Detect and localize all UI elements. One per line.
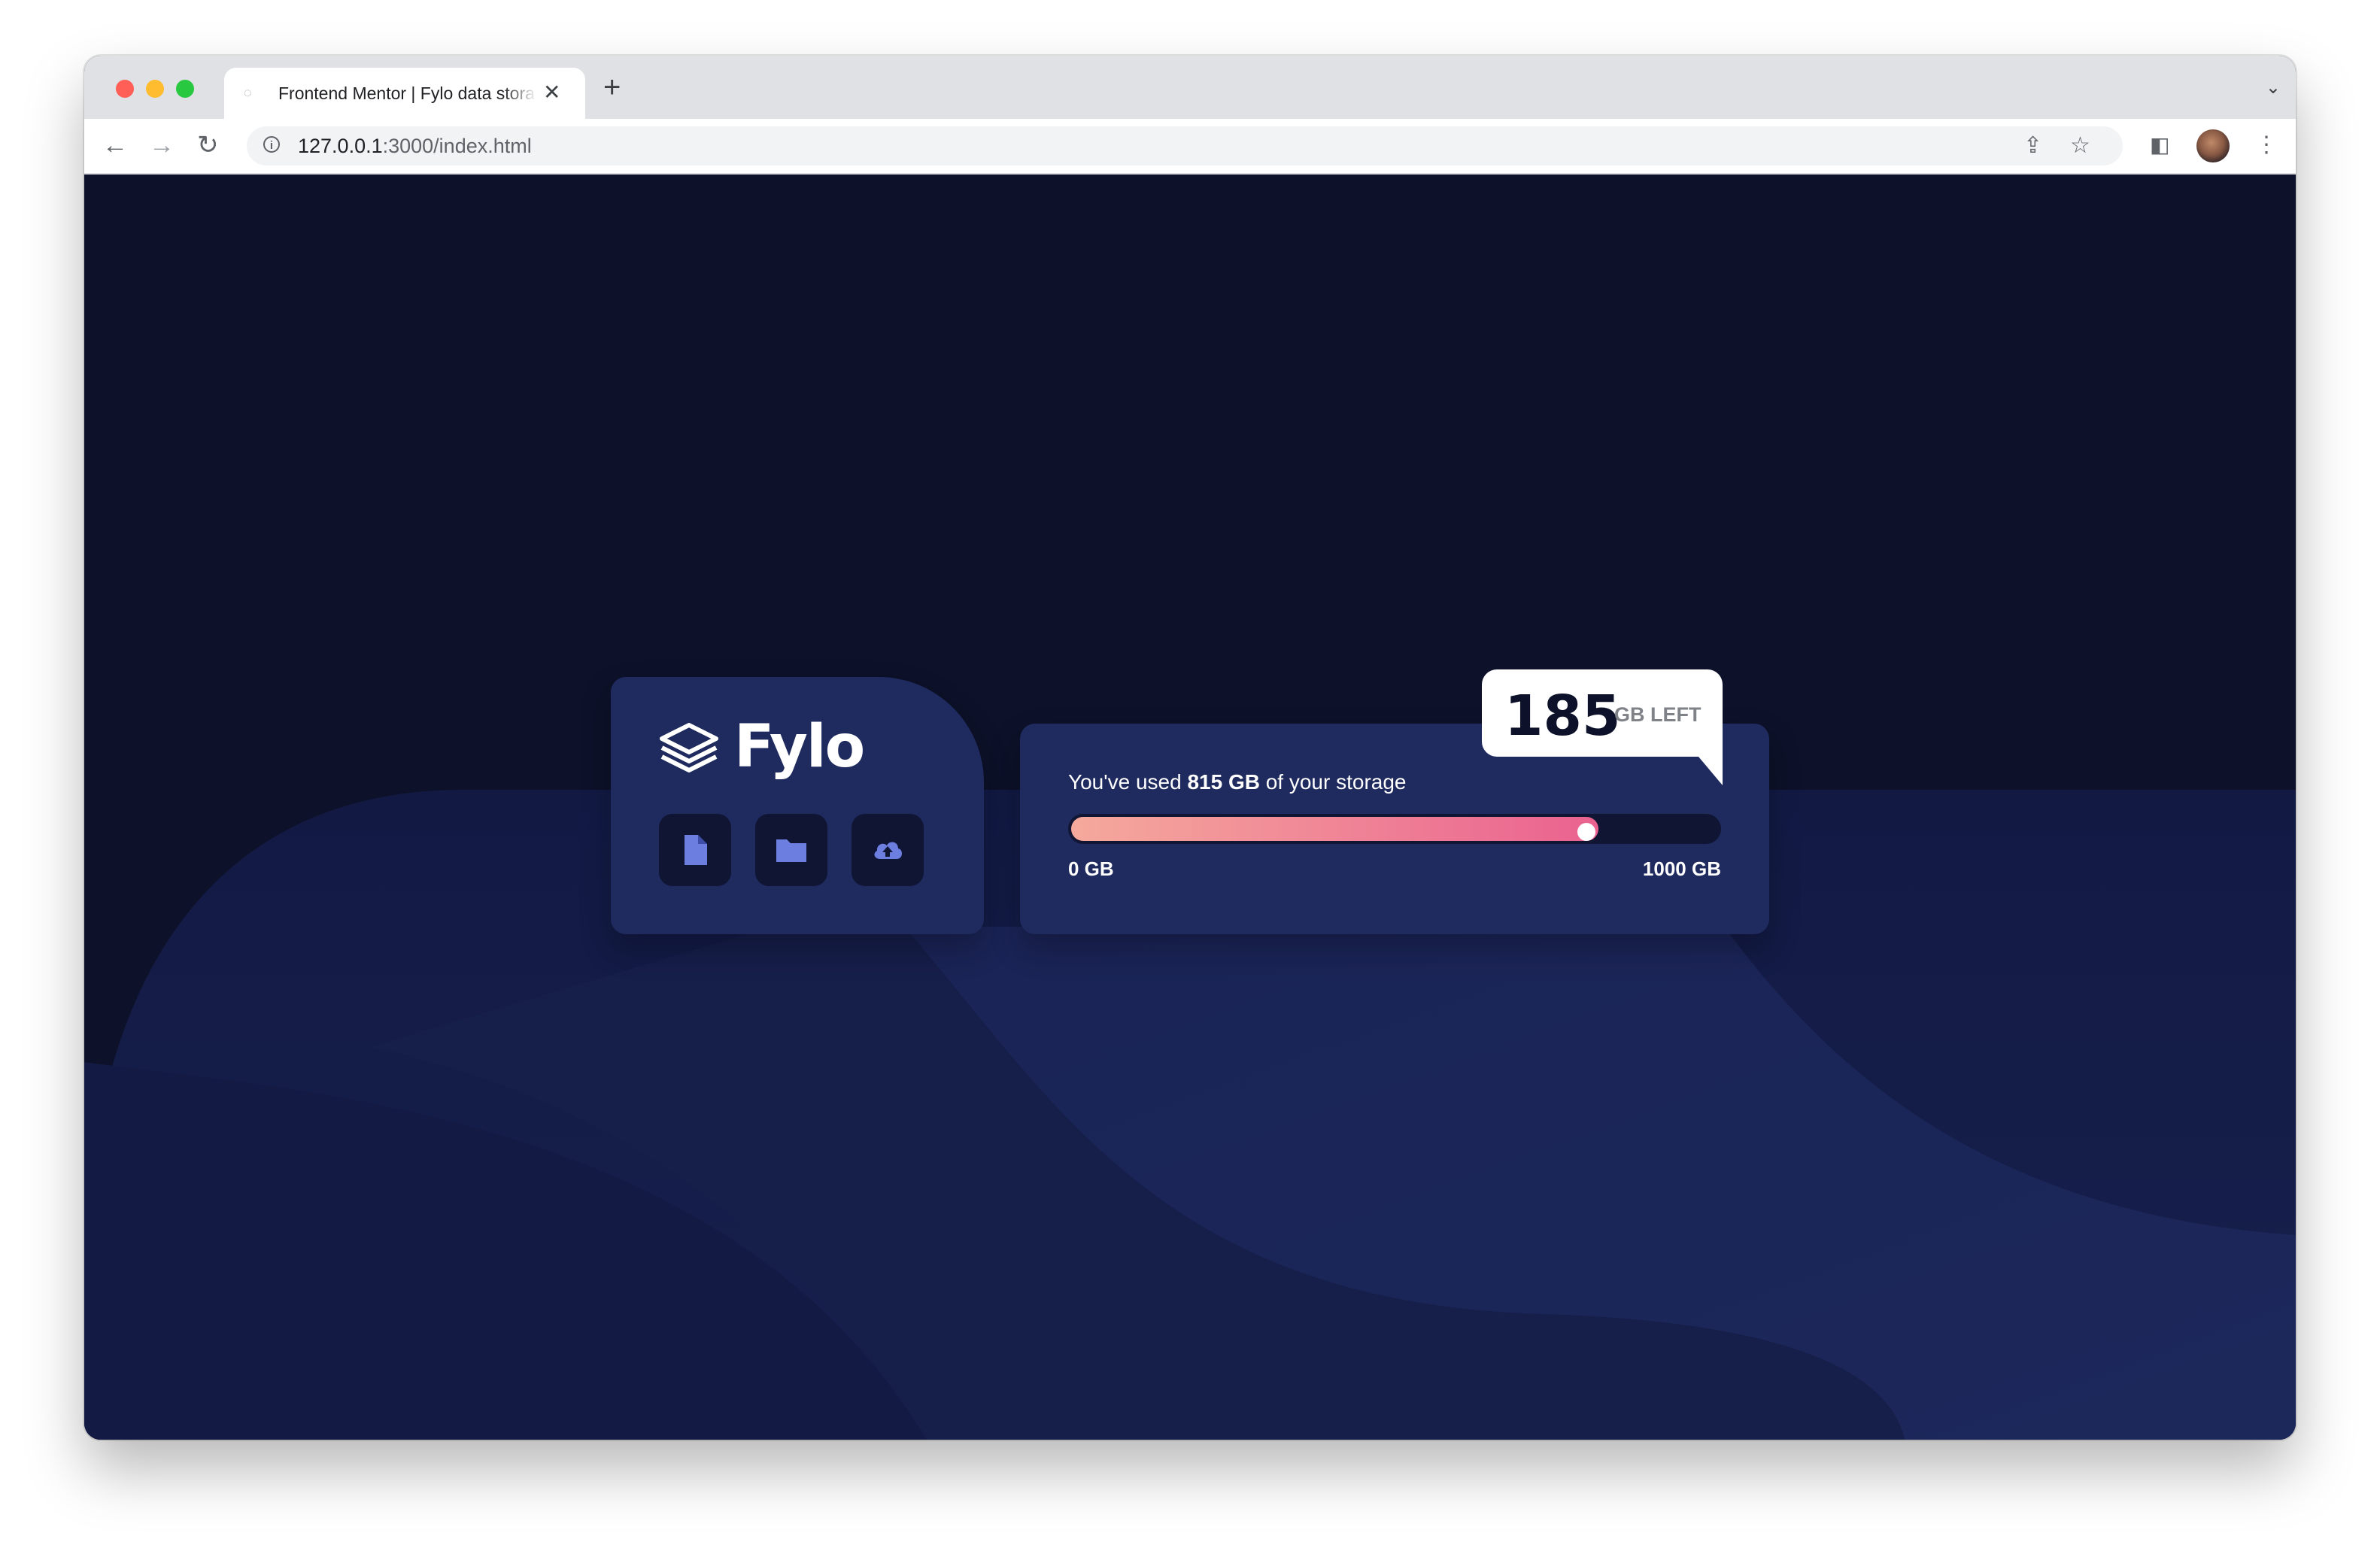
badge-tail — [1698, 757, 1723, 785]
document-icon — [685, 835, 707, 865]
scale-min-label: 0 GB — [1068, 857, 1114, 880]
fylo-brand-card: Fylo — [611, 677, 984, 934]
reload-icon[interactable]: ↻ — [197, 129, 219, 161]
upload-button[interactable] — [852, 814, 924, 886]
back-arrow-icon[interactable]: ← — [102, 129, 128, 161]
storage-usage-text: You've used 815 GB of your storage — [1068, 770, 1407, 794]
tab-title: Frontend Mentor | Fylo data storage comp… — [278, 83, 534, 103]
new-tab-button[interactable]: + — [603, 72, 621, 102]
close-window-button[interactable] — [116, 80, 134, 98]
remaining-number: 185 — [1504, 684, 1621, 748]
fylo-logo-icon — [660, 723, 718, 772]
tab-close-icon[interactable]: ✕ — [543, 81, 560, 104]
storage-left-badge: 185 GB LEFT — [1482, 669, 1723, 757]
browser-tab[interactable]: ◌ Frontend Mentor | Fylo data storage co… — [224, 68, 585, 119]
fylo-logo-text: Fylo — [734, 713, 865, 781]
loading-favicon-icon: ◌ — [244, 85, 252, 100]
tab-bar: ◌ Frontend Mentor | Fylo data storage co… — [84, 56, 2296, 119]
progress-knob — [1577, 823, 1595, 841]
browser-window: ◌ Frontend Mentor | Fylo data storage co… — [84, 56, 2296, 1440]
document-button[interactable] — [659, 814, 731, 886]
scale-max-label: 1000 GB — [1642, 857, 1721, 880]
page-viewport: Fylo You've used 815 GB of your storage … — [84, 175, 2296, 1440]
minimize-window-button[interactable] — [146, 80, 164, 98]
forward-arrow-icon[interactable]: → — [149, 129, 175, 161]
tab-search-chevron-icon[interactable]: ⌄ — [2266, 77, 2281, 99]
site-info-icon[interactable]: i — [263, 136, 280, 153]
kebab-menu-icon[interactable]: ⋮ — [2255, 129, 2278, 161]
browser-toolbar: ← → ↻ i 127.0.0.1:3000/index.html ⇪ ☆ ◧ … — [84, 119, 2296, 175]
side-panel-icon[interactable]: ◧ — [2150, 129, 2169, 161]
folder-button[interactable] — [755, 814, 827, 886]
url-text: 127.0.0.1:3000/index.html — [298, 135, 532, 157]
profile-avatar[interactable] — [2196, 129, 2230, 162]
upload-icon — [874, 842, 903, 859]
folder-icon — [776, 839, 806, 862]
bookmark-star-icon[interactable]: ☆ — [2070, 132, 2090, 159]
address-bar[interactable]: i 127.0.0.1:3000/index.html ⇪ ☆ — [247, 126, 2123, 165]
storage-progress-track — [1068, 814, 1721, 844]
share-icon[interactable]: ⇪ — [2023, 132, 2042, 159]
storage-progress-fill — [1071, 817, 1598, 841]
remaining-unit: GB LEFT — [1614, 703, 1702, 726]
maximize-window-button[interactable] — [176, 80, 194, 98]
